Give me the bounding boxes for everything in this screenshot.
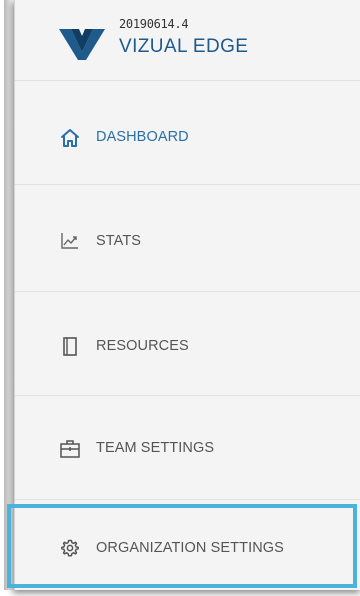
trending-chart-icon [61, 233, 78, 249]
sidebar-item-label: ORGANIZATION SETTINGS [96, 540, 284, 556]
sidebar-item-dashboard[interactable]: DASHBOARD [15, 81, 360, 185]
vizual-edge-logo-icon [59, 29, 105, 60]
briefcase-icon [60, 440, 80, 458]
screenshot-stage: 20190614.4 VIZUAL EDGE DASHBOARD STATS R… [0, 0, 360, 596]
sidebar-item-label: DASHBOARD [96, 129, 189, 145]
app-version: 20190614.4 [119, 17, 189, 31]
book-icon [63, 337, 77, 356]
sidebar-item-resources[interactable]: RESOURCES [15, 292, 360, 396]
gear-icon [61, 539, 79, 557]
brand-name: VIZUAL EDGE [119, 36, 249, 57]
home-icon [61, 129, 79, 147]
sidebar-item-stats[interactable]: STATS [15, 188, 360, 292]
sidebar-item-organization-settings[interactable]: ORGANIZATION SETTINGS [15, 500, 360, 590]
sidebar-panel: 20190614.4 VIZUAL EDGE DASHBOARD STATS R… [14, 0, 360, 590]
sidebar-item-label: TEAM SETTINGS [96, 440, 215, 456]
sidebar-item-team-settings[interactable]: TEAM SETTINGS [15, 396, 360, 500]
sidebar-header: 20190614.4 VIZUAL EDGE [15, 0, 360, 81]
sidebar-item-label: STATS [96, 233, 142, 249]
sidebar-item-label: RESOURCES [96, 338, 189, 354]
